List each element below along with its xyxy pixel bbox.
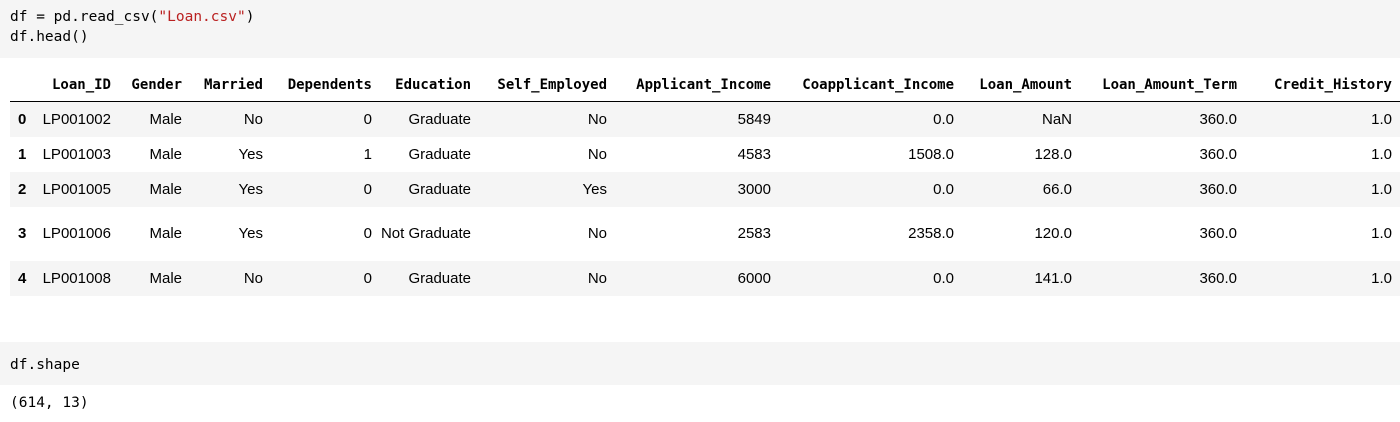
column-header: Gender — [119, 68, 190, 102]
table-cell: 1 — [363, 145, 372, 163]
table-cell: 1.0 — [1371, 269, 1392, 287]
table-row: 2 LP001005 Male Yes 0 Graduate Yes 3000 … — [10, 171, 1400, 207]
row-index: 2 — [18, 180, 27, 198]
column-header: Coapplicant_Income — [779, 68, 962, 102]
table-cell: 0 — [363, 110, 372, 128]
code-cell-read-csv[interactable]: df = pd.read_csv("Loan.csv") df.head() — [0, 0, 1400, 58]
table-cell: LP001008 — [42, 269, 111, 287]
table-cell: LP001006 — [42, 225, 111, 242]
column-header: Self_Employed — [479, 68, 615, 102]
table-cell: 2358.0 — [908, 225, 954, 242]
table-row: 1 LP001003 Male Yes 1 Graduate No 4583 1… — [10, 136, 1400, 172]
table-cell: Graduate — [408, 269, 471, 287]
table-cell: 0.0 — [933, 110, 954, 128]
table-cell: 120.0 — [1034, 225, 1072, 242]
table-cell: 3000 — [737, 180, 771, 198]
code-cell-shape[interactable]: df.shape — [0, 342, 1400, 385]
table-cell: 141.0 — [1034, 269, 1072, 287]
table-cell: No — [587, 269, 607, 287]
code-line-2: df.head() — [10, 29, 89, 45]
table-cell: Male — [149, 180, 182, 198]
table-cell: 0 — [363, 180, 372, 198]
table-cell: 0.0 — [933, 180, 954, 198]
row-index: 1 — [18, 145, 27, 163]
table-cell: 6000 — [737, 269, 771, 287]
table-cell: No — [243, 110, 263, 128]
table-cell: Male — [149, 110, 182, 128]
code-string-literal: "Loan.csv" — [158, 9, 246, 25]
table-cell: 1.0 — [1371, 110, 1392, 128]
dataframe-table: Loan_ID Gender Married Dependents Educat… — [10, 68, 1400, 296]
table-cell: 360.0 — [1199, 225, 1237, 242]
table-cell: 360.0 — [1199, 269, 1237, 287]
table-cell: 360.0 — [1199, 110, 1237, 128]
column-header: Credit_History — [1245, 68, 1400, 102]
column-header: Married — [190, 68, 271, 102]
table-cell: 360.0 — [1199, 145, 1237, 163]
table-cell: LP001003 — [42, 145, 111, 163]
table-cell: Graduate — [408, 110, 471, 128]
table-cell: Yes — [238, 180, 263, 198]
table-cell: Graduate — [408, 145, 471, 163]
table-cell: 0 — [363, 225, 372, 242]
table-cell: 1508.0 — [908, 145, 954, 163]
table-cell: No — [243, 269, 263, 287]
table-cell: 1.0 — [1371, 145, 1392, 163]
table-cell: Yes — [238, 145, 263, 163]
table-cell: Yes — [238, 225, 263, 242]
table-cell: 128.0 — [1034, 145, 1072, 163]
code-text: df = pd.read_csv( — [10, 9, 159, 25]
table-cell: Yes — [582, 180, 607, 198]
dataframe-output: Loan_ID Gender Married Dependents Educat… — [10, 68, 1400, 296]
column-header: Applicant_Income — [615, 68, 779, 102]
column-header: Dependents — [271, 68, 380, 102]
column-header: Loan_ID — [38, 68, 119, 102]
table-cell: Male — [149, 269, 182, 287]
table-cell: No — [587, 225, 607, 242]
column-header: Loan_Amount_Term — [1080, 68, 1245, 102]
table-row: 4 LP001008 Male No 0 Graduate No 6000 0.… — [10, 260, 1400, 296]
table-cell: 5849 — [737, 110, 771, 128]
table-row: 3 LP001006 Male Yes 0 Not Graduate No 25… — [10, 206, 1400, 261]
table-cell: 1.0 — [1371, 180, 1392, 198]
table-cell: Graduate — [408, 180, 471, 198]
row-index: 4 — [18, 269, 27, 287]
table-cell: 4583 — [737, 145, 771, 163]
table-cell: Not Graduate — [380, 224, 471, 242]
table-cell: LP001002 — [42, 110, 111, 128]
table-cell: Male — [149, 225, 182, 242]
table-cell: 0 — [363, 269, 372, 287]
table-row: 0 LP001002 Male No 0 Graduate No 5849 0.… — [10, 101, 1400, 137]
table-cell: 360.0 — [1199, 180, 1237, 198]
shape-output: (614, 13) — [10, 395, 89, 411]
code-line-1: df.shape — [10, 357, 80, 373]
table-cell: 2583 — [737, 225, 771, 242]
table-cell: 0.0 — [933, 269, 954, 287]
code-text: ) — [245, 9, 255, 25]
table-cell: 1.0 — [1371, 225, 1392, 242]
column-header: Education — [380, 68, 479, 102]
table-cell: LP001005 — [42, 180, 111, 198]
table-cell: No — [587, 145, 607, 163]
row-index: 3 — [18, 225, 27, 242]
index-header — [10, 68, 38, 102]
code-line-1: df = pd.read_csv("Loan.csv") — [10, 7, 1400, 27]
table-cell: No — [587, 110, 607, 128]
table-cell: Male — [149, 145, 182, 163]
row-index: 0 — [18, 110, 27, 128]
table-cell: NaN — [1041, 110, 1072, 128]
table-cell: 66.0 — [1042, 180, 1072, 198]
table-header-row: Loan_ID Gender Married Dependents Educat… — [10, 68, 1400, 102]
column-header: Loan_Amount — [962, 68, 1080, 102]
